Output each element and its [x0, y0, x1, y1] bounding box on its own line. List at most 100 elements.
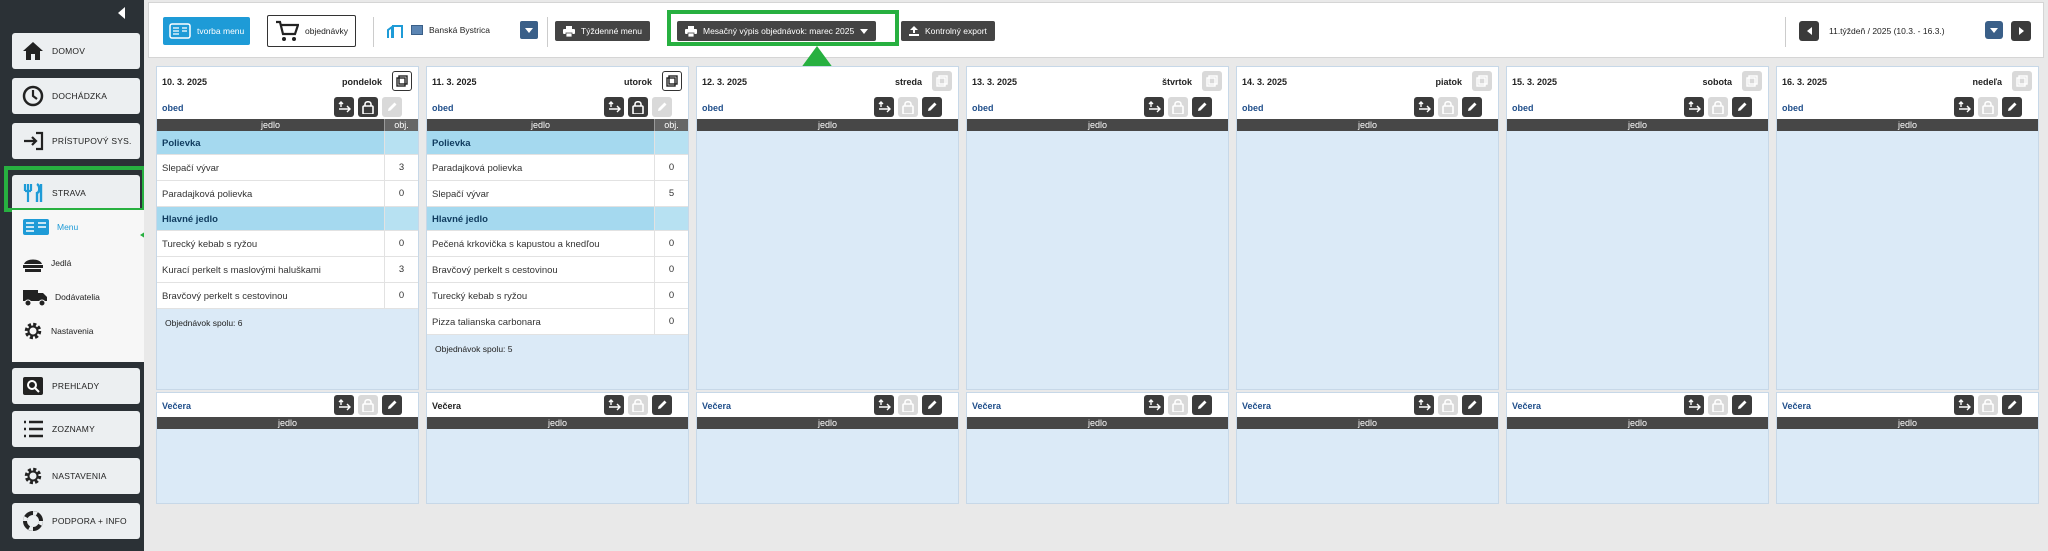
weekly-menu-button[interactable]: Týždenné menu — [555, 21, 650, 41]
import-button[interactable] — [1684, 395, 1704, 415]
submenu-item-menu[interactable]: Menu — [22, 214, 78, 240]
sidebar-item-domov[interactable]: DOMOV — [12, 33, 140, 69]
import-button[interactable] — [874, 97, 894, 117]
food-name: Paradajková polievka — [162, 189, 253, 200]
import-button[interactable] — [334, 97, 354, 117]
food-name: Turecký kebab s ryžou — [432, 291, 528, 302]
lifebuoy-icon — [23, 511, 43, 531]
copy-day-button[interactable] — [392, 71, 412, 91]
gear-icon — [24, 467, 42, 485]
sidebar-item-prehlady[interactable]: PREHĽADY — [12, 368, 140, 404]
prev-week-button[interactable] — [1799, 21, 1819, 41]
category-row: Hlavné jedlo — [427, 207, 688, 231]
import-icon — [1688, 399, 1701, 411]
submenu-item-dodavatelia[interactable]: Dodávatelia — [22, 284, 100, 310]
col-header-food: jedlo — [817, 418, 837, 428]
table-row[interactable]: Paradajková polievka 0 — [427, 155, 688, 181]
category-name: Polievka — [162, 138, 201, 149]
collapse-sidebar-icon[interactable] — [118, 7, 125, 19]
sidebar-item-zoznamy[interactable]: ZOZNAMY — [12, 411, 140, 447]
import-button[interactable] — [1144, 97, 1164, 117]
import-button[interactable] — [334, 395, 354, 415]
order-count: 0 — [384, 283, 418, 308]
table-row[interactable]: Pečená krkovička s kapustou a knedľou 0 — [427, 231, 688, 257]
table-header: jedlo — [1777, 119, 2038, 131]
edit-button[interactable] — [1732, 97, 1752, 117]
lock-icon — [1982, 398, 1994, 412]
edit-button[interactable] — [922, 395, 942, 415]
import-button[interactable] — [1954, 395, 1974, 415]
edit-button[interactable] — [1462, 395, 1482, 415]
lock-button — [358, 395, 378, 415]
day-date: 13. 3. 2025 — [972, 77, 1018, 87]
import-icon — [608, 101, 621, 113]
import-button[interactable] — [1954, 97, 1974, 117]
strava-submenu: Menu Jedlá Dodávatelia Nastavenia — [12, 210, 144, 362]
next-week-button[interactable] — [2011, 21, 2031, 41]
submenu-item-nastavenia[interactable]: Nastavenia — [22, 318, 94, 344]
meal-row: Večera — [157, 393, 418, 417]
copy-day-button[interactable] — [662, 71, 682, 91]
order-count: 5 — [654, 181, 688, 206]
edit-button[interactable] — [1192, 97, 1212, 117]
sidebar-item-pristupovy-sys[interactable]: PRÍSTUPOVÝ SYS. — [12, 123, 140, 159]
table-row[interactable]: Pizza talianska carbonara 0 — [427, 309, 688, 335]
main-content: tvorba menu objednávky Banská Bystrica T… — [144, 0, 2048, 551]
order-count: 3 — [384, 257, 418, 282]
control-export-button[interactable]: Kontrolný export — [901, 21, 995, 41]
day-name: utorok — [624, 77, 652, 87]
sidebar-item-nastavenia[interactable]: NASTAVENIA — [12, 458, 140, 494]
table-row[interactable]: Paradajková polievka 0 — [157, 181, 418, 207]
chevron-down-icon — [525, 27, 533, 33]
edit-button[interactable] — [1732, 395, 1752, 415]
meal-label: Večera — [972, 401, 1002, 411]
edit-button[interactable] — [382, 395, 402, 415]
table-row[interactable]: Turecký kebab s ryžou 0 — [427, 283, 688, 309]
highlight-monthly-orders — [667, 10, 899, 46]
day-header: 16. 3. 2025 nedeľa — [1777, 67, 2038, 95]
import-button[interactable] — [604, 395, 624, 415]
col-header-food: jedlo — [530, 120, 550, 130]
copy-day-button — [932, 71, 952, 91]
week-dropdown[interactable] — [1985, 21, 2003, 39]
edit-button — [652, 97, 672, 117]
table-row[interactable]: Bravčový perkelt s cestovinou 0 — [427, 257, 688, 283]
table-row[interactable]: Slepačí vývar 5 — [427, 181, 688, 207]
day-date: 16. 3. 2025 — [1782, 77, 1828, 87]
import-button[interactable] — [604, 97, 624, 117]
edit-button[interactable] — [1192, 395, 1212, 415]
import-button[interactable] — [1414, 395, 1434, 415]
submenu-item-jedla[interactable]: Jedlá — [22, 250, 71, 276]
table-row[interactable]: Turecký kebab s ryžou 0 — [157, 231, 418, 257]
edit-button[interactable] — [2002, 395, 2022, 415]
sidebar-item-dochadzka[interactable]: DOCHÁDZKA — [12, 78, 140, 114]
edit-button[interactable] — [2002, 97, 2022, 117]
orders-total: Objednávok spolu: 5 — [435, 344, 513, 354]
create-menu-button[interactable]: tvorba menu — [163, 17, 251, 45]
col-header-food: jedlo — [817, 120, 837, 130]
table-row[interactable]: Slepačí vývar 3 — [157, 155, 418, 181]
import-button[interactable] — [1684, 97, 1704, 117]
table-row[interactable]: Bravčový perkelt s cestovinou 0 — [157, 283, 418, 309]
location-dropdown[interactable] — [520, 21, 538, 39]
list-icon — [24, 420, 43, 438]
sidebar-item-podpora[interactable]: PODPORA + INFO — [12, 503, 140, 539]
table-row[interactable]: Kurací perkelt s maslovými haluškami 3 — [157, 257, 418, 283]
import-button[interactable] — [1414, 97, 1434, 117]
lock-button[interactable] — [628, 97, 648, 117]
lock-button[interactable] — [358, 97, 378, 117]
import-button[interactable] — [1144, 395, 1164, 415]
day-column: 13. 3. 2025 štvrtok obed jedlo — [966, 66, 1229, 390]
edit-button[interactable] — [652, 395, 672, 415]
day-name: nedeľa — [1972, 77, 2002, 87]
meal-label: Večera — [162, 401, 192, 411]
edit-icon — [658, 400, 667, 409]
edit-button[interactable] — [1462, 97, 1482, 117]
import-button[interactable] — [874, 395, 894, 415]
chevron-left-icon — [1806, 27, 1812, 35]
lock-button — [1438, 395, 1458, 415]
edit-button[interactable] — [922, 97, 942, 117]
orders-button[interactable]: objednávky — [267, 15, 357, 47]
edit-icon — [1468, 400, 1477, 409]
table-header: jedlo — [1507, 119, 1768, 131]
